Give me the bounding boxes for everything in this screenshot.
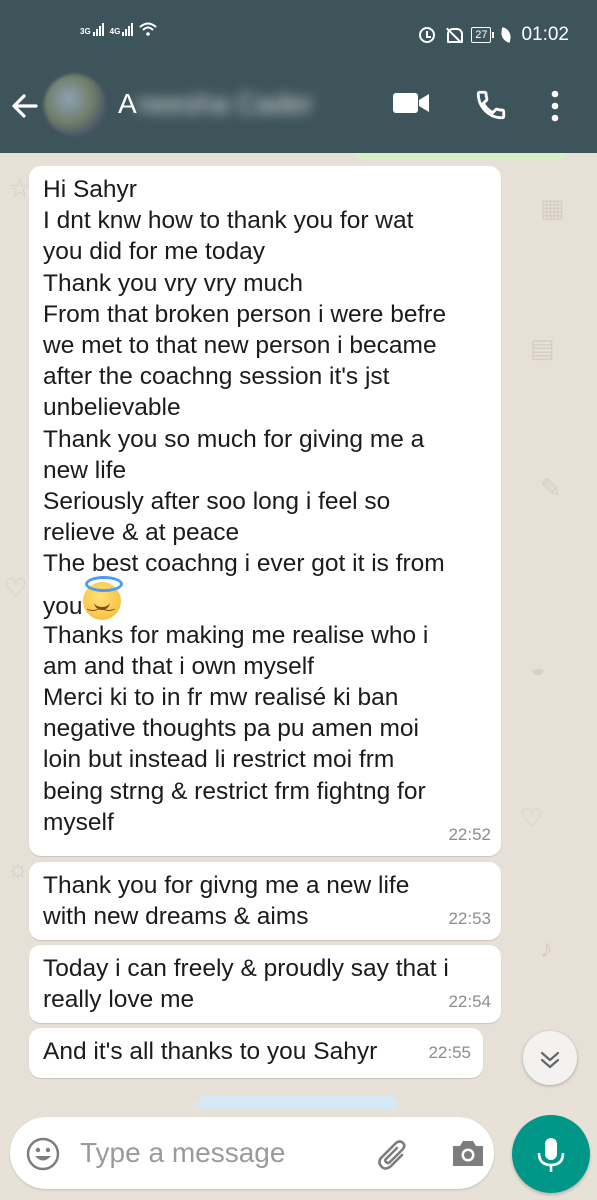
message-line: Today i can freely & proudly say that i bbox=[43, 955, 449, 982]
message-time: 22:52 bbox=[448, 824, 491, 844]
signal-indicators: 3G 4G bbox=[80, 22, 158, 36]
message-line: Thank you vry vry much bbox=[43, 269, 304, 297]
alarm-icon bbox=[419, 27, 436, 43]
message-line: you did for me today bbox=[43, 238, 265, 266]
battery-saver-icon bbox=[500, 27, 513, 43]
message-line: am and that i own myself bbox=[43, 652, 314, 680]
back-arrow-icon[interactable] bbox=[10, 88, 40, 124]
camera-icon[interactable] bbox=[450, 1137, 486, 1169]
message-line: Hi Sahyr bbox=[43, 176, 137, 203]
previous-message-edge bbox=[356, 153, 566, 159]
message-line: with new dreams & aims bbox=[43, 903, 309, 931]
notifications-off-icon bbox=[445, 27, 464, 43]
battery-icon: 27 bbox=[471, 27, 495, 43]
avatar[interactable] bbox=[44, 74, 106, 136]
message-bubble[interactable]: Today i can freely & proudly say that i … bbox=[29, 945, 501, 1023]
message-line: new life bbox=[43, 456, 127, 484]
message-line: unbelievable bbox=[43, 394, 181, 422]
doodle-pencil-icon: ✎ bbox=[540, 473, 562, 503]
message-bubble[interactable]: Hi Sahyr I dnt knw how to thank you for … bbox=[29, 166, 501, 856]
message-line: And it's all thanks to you Sahyr bbox=[43, 1038, 378, 1065]
doodle-cat-icon: ♡ bbox=[520, 803, 544, 833]
voice-message-button[interactable] bbox=[512, 1115, 590, 1193]
message-line: Seriously after soo long i feel so bbox=[43, 488, 391, 516]
more-menu-icon[interactable] bbox=[550, 90, 560, 122]
message-time: 22:55 bbox=[428, 1042, 471, 1062]
message-line: I dnt knw how to thank you for wat bbox=[43, 207, 414, 235]
message-line: negative thoughts pa pu amen moi bbox=[43, 715, 419, 743]
doodle-heart-icon: ♡ bbox=[4, 573, 28, 603]
wifi-icon bbox=[139, 22, 158, 36]
message-line: Thank you so much for giving me a bbox=[43, 425, 425, 453]
message-line: From that broken person i were befre bbox=[43, 300, 447, 328]
message-bubble[interactable]: Thank you for givng me a new life with n… bbox=[29, 862, 501, 940]
message-line: really love me bbox=[43, 986, 195, 1014]
message-line: we met to that new person i became bbox=[43, 332, 437, 360]
emoji-icon[interactable] bbox=[26, 1137, 60, 1171]
doodle-bulb-icon: ☼ bbox=[6, 853, 30, 883]
message-line: after the coachng session it's jst bbox=[43, 363, 390, 391]
clock: 01:02 bbox=[521, 24, 569, 45]
message-line: The best coachng i ever got it is from bbox=[43, 550, 445, 578]
message-line: myself bbox=[43, 808, 114, 836]
doodle-doc-icon: ▤ bbox=[530, 333, 555, 363]
smiling-halo-emoji-icon bbox=[82, 575, 123, 620]
message-bubble[interactable]: And it's all thanks to you Sahyr 22:55 bbox=[29, 1028, 483, 1078]
signal-3g-icon: 3G bbox=[80, 23, 104, 36]
message-line: being strng & restrict frm fightng for bbox=[43, 777, 426, 805]
phone-call-icon[interactable] bbox=[474, 88, 508, 122]
status-right: 27 01:02 bbox=[419, 24, 569, 46]
scroll-down-button[interactable] bbox=[523, 1031, 577, 1085]
next-message-edge bbox=[198, 1096, 398, 1110]
message-composer bbox=[10, 1117, 494, 1189]
doodle-calendar-icon: ▦ bbox=[540, 193, 565, 223]
message-line: Merci ki to in fr mw realisé ki ban bbox=[43, 684, 399, 712]
message-time: 22:53 bbox=[448, 908, 491, 928]
message-time: 22:54 bbox=[448, 991, 491, 1011]
message-line: relieve & at peace bbox=[43, 519, 240, 547]
message-line: Thanks for making me realise who i bbox=[43, 621, 429, 649]
doodle-burger-icon: ◒ bbox=[530, 653, 546, 683]
contact-name[interactable]: Aneesha Cader bbox=[118, 88, 313, 120]
scroll-down-icon bbox=[540, 1051, 560, 1069]
chat-header: Aneesha Cader bbox=[0, 60, 597, 153]
message-line: loin but instead li restrict moi frm bbox=[43, 746, 395, 774]
mic-icon bbox=[537, 1138, 565, 1172]
message-line: Thank you for givng me a new life bbox=[43, 872, 410, 899]
signal-4g-icon: 4G bbox=[110, 23, 134, 36]
attach-icon[interactable] bbox=[374, 1135, 414, 1175]
message-input[interactable] bbox=[80, 1135, 360, 1171]
message-line-with-emoji: you bbox=[43, 575, 487, 620]
video-call-icon[interactable] bbox=[392, 90, 430, 116]
status-bar: 3G 4G 27 01:02 bbox=[0, 0, 597, 60]
doodle-star-icon: ☆ bbox=[8, 173, 32, 203]
doodle-music-icon: ♪ bbox=[540, 933, 553, 963]
